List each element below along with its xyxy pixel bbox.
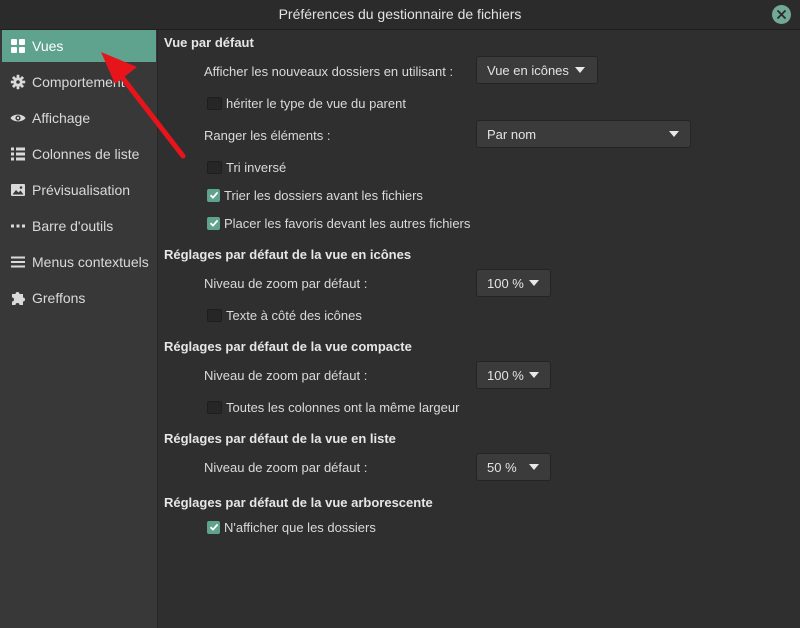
checkbox-box	[207, 308, 222, 322]
chevron-down-icon	[529, 464, 539, 470]
check-icon	[209, 219, 218, 227]
title-bar: Préférences du gestionnaire de fichiers	[0, 0, 800, 30]
check-icon	[209, 191, 218, 199]
favorites-first-checkbox[interactable]: Placer les favoris devant les autres fic…	[207, 214, 470, 232]
sidebar-item-colonnes[interactable]: Colonnes de liste	[2, 138, 156, 170]
checkbox-box	[207, 400, 222, 414]
text-beside-icons-checkbox[interactable]: Texte à côté des icônes	[207, 306, 362, 324]
chevron-down-icon	[669, 131, 679, 137]
checkbox-label: Placer les favoris devant les autres fic…	[224, 215, 471, 231]
dots-icon	[11, 224, 25, 228]
folders-only-checkbox[interactable]: N'afficher que les dossiers	[207, 518, 376, 536]
sidebar-item-label: Greffons	[32, 290, 86, 306]
section-default-view: Vue par défaut	[164, 35, 254, 50]
compact-zoom-label: Niveau de zoom par défaut :	[204, 368, 368, 383]
section-tree-view: Réglages par défaut de la vue arborescen…	[164, 495, 433, 510]
close-icon	[777, 10, 786, 19]
grid-icon	[11, 39, 25, 53]
sidebar-item-comportement[interactable]: Comportement	[2, 66, 156, 98]
compact-zoom-combo[interactable]: 100 %	[476, 361, 551, 389]
combo-value: Par nom	[487, 126, 537, 142]
combo-value: 50 %	[487, 459, 517, 475]
section-list-view: Réglages par défaut de la vue en liste	[164, 431, 396, 446]
checkbox-label: Texte à côté des icônes	[226, 307, 362, 323]
checkbox-box	[207, 160, 222, 174]
combo-value: 100 %	[487, 275, 524, 291]
list-zoom-combo[interactable]: 50 %	[476, 453, 551, 481]
sidebar-item-label: Menus contextuels	[32, 254, 149, 270]
section-icon-view: Réglages par défaut de la vue en icônes	[164, 247, 412, 262]
puzzle-icon	[12, 292, 25, 305]
sidebar-item-barre-outils[interactable]: Barre d'outils	[2, 210, 156, 242]
sort-label: Ranger les éléments :	[204, 128, 331, 143]
sidebar-item-previsualisation[interactable]: Prévisualisation	[2, 174, 156, 206]
checkbox-label: Tri inversé	[226, 159, 287, 175]
sidebar-item-vues[interactable]: Vues	[2, 30, 156, 62]
sidebar-item-label: Comportement	[32, 74, 125, 90]
sidebar: Vues Comportement Affichage Colonnes de …	[0, 30, 158, 628]
chevron-down-icon	[529, 372, 539, 378]
sidebar-item-greffons[interactable]: Greffons	[2, 282, 156, 314]
combo-value: 100 %	[487, 367, 524, 383]
eye-icon	[10, 114, 26, 122]
gear-icon	[10, 74, 26, 90]
window-title: Préférences du gestionnaire de fichiers	[278, 6, 522, 22]
list-zoom-label: Niveau de zoom par défaut :	[204, 460, 368, 475]
reverse-sort-checkbox[interactable]: Tri inversé	[207, 158, 286, 176]
sidebar-item-label: Colonnes de liste	[32, 146, 140, 162]
menu-icon	[11, 256, 25, 268]
checkbox-box	[207, 188, 220, 202]
sidebar-item-menus[interactable]: Menus contextuels	[2, 246, 156, 278]
checkbox-label: hériter le type de vue du parent	[226, 95, 406, 111]
sort-order-combo[interactable]: Par nom	[476, 120, 691, 148]
section-compact-view: Réglages par défaut de la vue compacte	[164, 339, 412, 354]
preferences-content: Vue par défaut Afficher les nouveaux dos…	[158, 30, 800, 628]
inherit-view-checkbox[interactable]: hériter le type de vue du parent	[207, 94, 406, 112]
checkbox-label: Trier les dossiers avant les fichiers	[224, 187, 423, 203]
checkbox-label: Toutes les colonnes ont la même largeur	[226, 399, 460, 415]
icon-zoom-combo[interactable]: 100 %	[476, 269, 551, 297]
close-button[interactable]	[772, 5, 791, 24]
chevron-down-icon	[575, 67, 585, 73]
new-folders-label: Afficher les nouveaux dossiers en utilis…	[204, 64, 454, 79]
image-icon	[11, 184, 25, 196]
folders-first-checkbox[interactable]: Trier les dossiers avant les fichiers	[207, 186, 423, 204]
checkbox-box	[207, 520, 220, 534]
sidebar-item-label: Prévisualisation	[32, 182, 131, 198]
check-icon	[209, 523, 218, 531]
checkbox-box	[207, 216, 220, 230]
sidebar-item-label: Affichage	[32, 110, 91, 126]
icon-zoom-label: Niveau de zoom par défaut :	[204, 276, 368, 291]
sidebar-item-label: Barre d'outils	[32, 218, 114, 234]
checkbox-box	[207, 96, 222, 110]
checkbox-label: N'afficher que les dossiers	[224, 519, 376, 535]
sidebar-item-affichage[interactable]: Affichage	[2, 102, 156, 134]
chevron-down-icon	[529, 280, 539, 286]
new-folders-view-combo[interactable]: Vue en icônes	[476, 56, 598, 84]
combo-value: Vue en icônes	[487, 62, 569, 78]
list-columns-icon	[11, 147, 25, 161]
sidebar-item-label: Vues	[32, 38, 64, 54]
same-width-columns-checkbox[interactable]: Toutes les colonnes ont la même largeur	[207, 398, 459, 416]
